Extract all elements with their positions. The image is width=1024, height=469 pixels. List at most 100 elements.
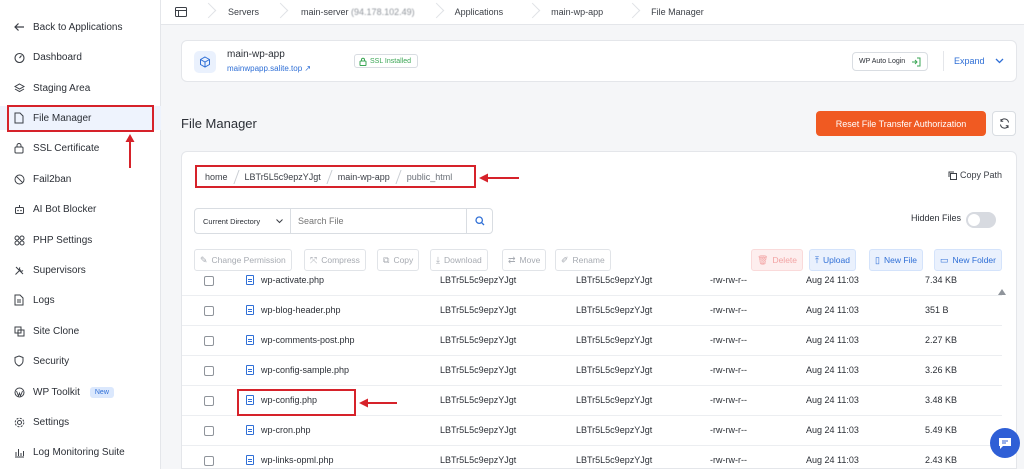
copy-icon [948,171,957,180]
table-row[interactable]: wp-blog-header.php LBTr5L5c9epzYJgt LBTr… [182,296,1002,326]
php-file-icon [246,305,254,315]
ssl-label: SSL Installed [370,57,411,65]
table-row[interactable]: wp-comments-post.php LBTr5L5c9epzYJgt LB… [182,326,1002,356]
file-modified: Aug 24 11:03 [806,335,859,345]
menu-toggle[interactable] [161,0,201,25]
search-button[interactable] [466,209,492,233]
sidebar-item-label: Security [33,355,70,367]
row-checkbox[interactable] [204,456,214,466]
app-name: main-wp-app [227,49,285,60]
sidebar-item-staging-area[interactable]: Staging Area [0,76,161,100]
file-size: 5.49 KB [925,425,958,435]
sidebar-item-logs[interactable]: Logs [0,288,161,312]
file-owner: LBTr5L5c9epzYJgt [440,365,517,375]
sidebar-item-label: Dashboard [33,51,82,63]
chevron-down-icon [276,219,283,224]
file-manager-panel: home LBTr5L5c9epzYJgt main-wp-app public… [181,151,1017,469]
sidebar-item-wp-toolkit[interactable]: WP Toolkit New [0,380,161,404]
row-checkbox[interactable] [204,336,214,346]
file-name[interactable]: wp-cron.php [261,425,311,435]
external-link-icon: ↗ [304,64,312,73]
sidebar-item-label: Fail2ban [33,173,72,185]
sidebar-item-label: Logs [33,294,55,306]
sidebar-item-security[interactable]: Security [0,349,161,373]
row-checkbox[interactable] [204,306,214,316]
sidebar-item-label: SSL Certificate [33,142,100,154]
search-input[interactable] [291,209,466,233]
file-group: LBTr5L5c9epzYJgt [576,395,653,405]
table-row[interactable]: wp-links-opml.php LBTr5L5c9epzYJgt LBTr5… [182,446,1002,468]
file-owner: LBTr5L5c9epzYJgt [440,275,517,285]
search-scope-select[interactable]: Current Directory [195,209,291,233]
sidebar-item-supervisors[interactable]: Supervisors [0,258,161,282]
app-url-link[interactable]: mainwpapp.salite.top ↗ [227,64,311,73]
expand-toggle[interactable]: Expand [943,51,1004,71]
app-card: main-wp-app mainwpapp.salite.top ↗ SSL I… [181,40,1017,82]
file-permissions: -rw-rw-r-- [710,455,747,465]
sidebar-item-ssl-certificate[interactable]: SSL Certificate [0,136,161,160]
row-checkbox[interactable] [204,366,214,376]
lock-icon [13,142,25,154]
crumb-applications[interactable]: Applications [443,0,526,25]
file-name[interactable]: wp-activate.php [261,275,324,285]
gear-icon [13,416,25,428]
file-name[interactable]: wp-comments-post.php [261,335,355,345]
move-label: Move [519,255,541,265]
chat-support-button[interactable] [990,428,1020,458]
file-name[interactable]: wp-blog-header.php [261,305,341,315]
crumb-app[interactable]: main-wp-app [539,0,625,25]
sidebar-item-php-settings[interactable]: PHP Settings [0,228,161,252]
file-name[interactable]: wp-config-sample.php [261,365,349,375]
file-permissions: -rw-rw-r-- [710,305,747,315]
chat-icon [999,437,1011,449]
sidebar: Back to Applications Dashboard Staging A… [0,0,161,469]
file-group: LBTr5L5c9epzYJgt [576,455,653,465]
table-row[interactable]: wp-cron.php LBTr5L5c9epzYJgt LBTr5L5c9ep… [182,416,1002,446]
php-file-icon [246,335,254,345]
sidebar-item-log-monitoring-suite[interactable]: Log Monitoring Suite [0,440,161,464]
delete-label: Delete [772,255,798,265]
clone-icon [13,325,25,337]
file-permissions: -rw-rw-r-- [710,275,747,285]
sidebar-item-dashboard[interactable]: Dashboard [0,45,161,69]
upload-label: Upload [822,255,850,265]
crumb-separator [625,0,639,25]
file-permissions: -rw-rw-r-- [710,335,747,345]
copy-icon: ⧉ [383,254,390,265]
crumb-separator [273,0,287,25]
row-checkbox[interactable] [204,276,214,286]
compress-icon: ⤧ [310,254,318,265]
crumb-current-page: File Manager [651,7,704,17]
row-checkbox[interactable] [204,426,214,436]
file-name[interactable]: wp-links-opml.php [261,455,334,465]
sidebar-item-label: Supervisors [33,264,86,276]
move-icon: ⇄ [508,254,516,265]
row-checkbox[interactable] [204,396,214,406]
table-row[interactable]: wp-config-sample.php LBTr5L5c9epzYJgt LB… [182,356,1002,386]
copy-path-button[interactable]: Copy Path [948,170,1002,180]
file-owner: LBTr5L5c9epzYJgt [440,305,517,315]
hidden-files-toggle[interactable] [966,212,996,228]
search-group: Current Directory [194,208,493,234]
crumb-separator [201,0,215,25]
back-to-applications[interactable]: Back to Applications [0,15,161,39]
wp-auto-login-button[interactable]: WP Auto Login [852,52,929,71]
settings-icon [13,234,25,246]
sidebar-item-settings[interactable]: Settings [0,410,161,434]
sidebar-item-site-clone[interactable]: Site Clone [0,319,161,343]
file-owner: LBTr5L5c9epzYJgt [440,335,517,345]
php-file-icon [246,455,254,465]
sidebar-item-fail2ban[interactable]: Fail2ban [0,167,161,191]
sidebar-item-ai-bot-blocker[interactable]: AI Bot Blocker [0,197,161,221]
menu-icon [175,7,187,17]
download-label: Download [443,255,482,265]
crumb-servers[interactable]: Servers [215,0,273,25]
table-row[interactable]: wp-activate.php LBTr5L5c9epzYJgt LBTr5L5… [182,266,1002,296]
php-file-icon [246,365,254,375]
annotation-box [237,389,356,416]
new-folder-icon: ▭ [940,254,949,265]
crumb-server[interactable]: main-server (94.178.102.49) [287,0,429,25]
new-badge: New [89,386,114,398]
reset-file-transfer-button[interactable]: Reset File Transfer Authorization [816,111,986,136]
refresh-button[interactable] [992,111,1016,136]
